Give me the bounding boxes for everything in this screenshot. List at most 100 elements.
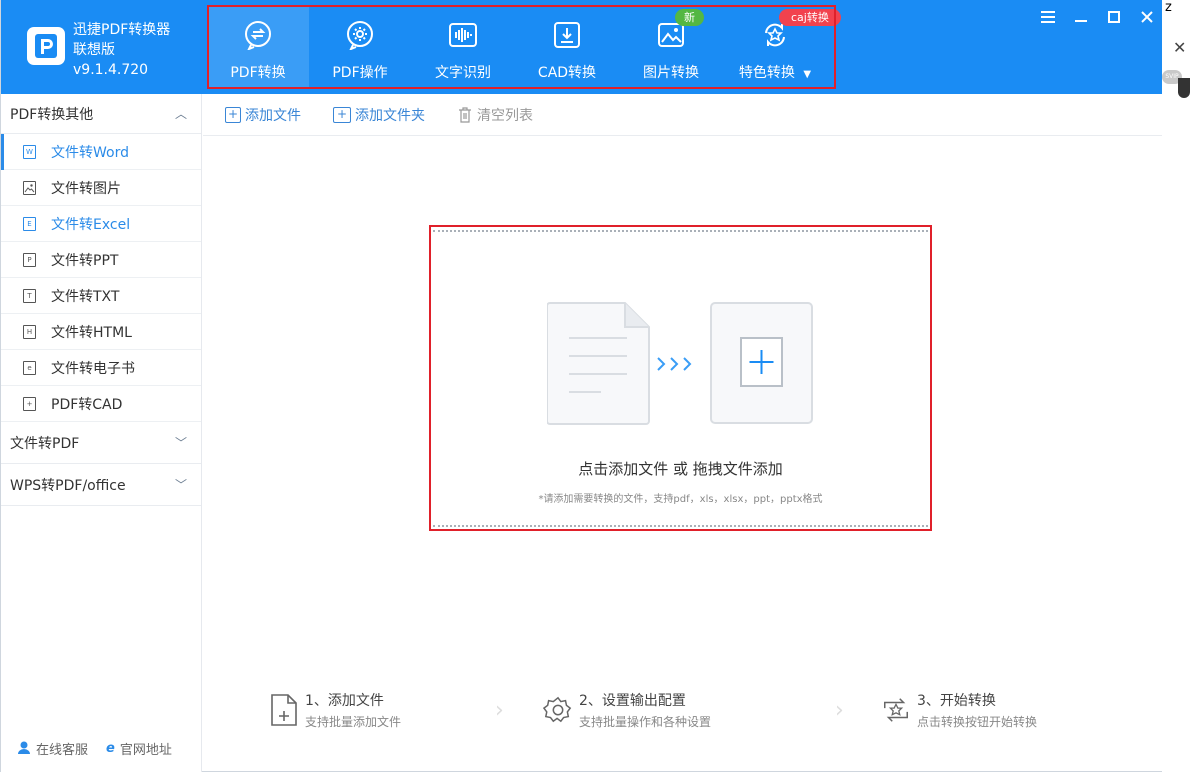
step-output-settings: 2、设置输出配置 支持批量操作和各种设置 — [543, 690, 711, 730]
sidebar-item-to-html[interactable]: H 文件转HTML — [1, 314, 201, 350]
caj-badge: caj转换 — [779, 9, 841, 26]
pdf-operation-icon — [343, 18, 377, 52]
add-folder-icon: + — [333, 106, 351, 123]
step-title: 3、开始转换 — [917, 693, 996, 709]
nav-label: PDF操作 — [332, 65, 388, 81]
gear-icon — [543, 693, 573, 727]
step-start-convert: 3、开始转换 点击转换按钮开始转换 — [881, 690, 1037, 730]
app-version: v9.1.4.720 — [73, 62, 149, 78]
chevron-down-icon: ﹀ — [174, 478, 187, 492]
edge-mark: z — [1165, 0, 1172, 15]
nav-label: 图片转换 — [643, 65, 699, 81]
add-file-label: 添加文件 — [245, 107, 301, 124]
sidebar-item-label: 文件转TXT — [51, 288, 120, 305]
app-name: 迅捷PDF转换器 — [73, 22, 171, 38]
app-name-block: 迅捷PDF转换器 联想版 v9.1.4.720 — [73, 20, 170, 80]
menu-icon[interactable] — [1031, 0, 1064, 34]
sidebar-item-label: 文件转图片 — [51, 180, 121, 197]
group-label: WPS转PDF/office — [10, 477, 126, 494]
sidebar-item-label: 文件转Excel — [51, 216, 131, 233]
step-subtitle: 点击转换按钮开始转换 — [917, 715, 1038, 729]
new-badge: 新 — [675, 9, 704, 26]
nav-label: 特色转换 ▼ — [739, 62, 811, 82]
file-dropzone[interactable]: 点击添加文件 或 拖拽文件添加 *请添加需要转换的文件，支持pdf，xls，xl… — [433, 230, 928, 527]
add-file-button[interactable]: + 添加文件 — [225, 105, 301, 125]
step-subtitle: 支持批量操作和各种设置 — [579, 715, 712, 729]
app-logo — [27, 27, 65, 65]
headset-icon — [17, 740, 31, 758]
group-file-to-pdf[interactable]: 文件转PDF ﹀ — [1, 422, 201, 464]
sidebar-item-to-ppt[interactable]: P 文件转PPT — [1, 242, 201, 278]
sidebar-footer: 在线客服 e 官网地址 — [17, 739, 172, 758]
sidebar-item-to-ebook[interactable]: e 文件转电子书 — [1, 350, 201, 386]
step-title: 2、设置输出配置 — [579, 693, 686, 709]
nav-pdf-convert[interactable]: PDF转换 — [207, 5, 309, 89]
add-folder-button[interactable]: + 添加文件夹 — [333, 105, 425, 125]
add-file-step-icon — [269, 693, 299, 727]
group-wps-to-pdf-office[interactable]: WPS转PDF/office ﹀ — [1, 464, 201, 506]
sidebar-item-label: 文件转HTML — [51, 324, 132, 341]
sidebar-item-label: PDF转CAD — [51, 396, 123, 413]
minimize-icon[interactable] — [1064, 0, 1097, 34]
nav-special-convert[interactable]: caj转换 特色转换 ▼ — [723, 5, 841, 89]
chevron-down-icon: ﹀ — [174, 436, 187, 450]
background-window-peek: z ✕ SVIP — [1162, 0, 1198, 772]
support-label: 在线客服 — [36, 743, 89, 758]
step-subtitle: 支持批量添加文件 — [305, 715, 402, 729]
title-bar: 迅捷PDF转换器 联想版 v9.1.4.720 PDF转换 PDF操作 文字识别… — [1, 0, 1163, 94]
dropzone-title: 点击添加文件 或 拖拽文件添加 — [578, 460, 783, 478]
chevron-up-icon: ︿ — [174, 107, 187, 121]
trash-icon — [457, 106, 473, 123]
add-folder-label: 添加文件夹 — [355, 107, 425, 124]
caret-down-icon[interactable]: ▼ — [803, 69, 811, 80]
close-icon[interactable]: ✕ — [1173, 38, 1186, 57]
sidebar-item-to-word[interactable]: W 文件转Word — [1, 134, 201, 170]
nav-label: PDF转换 — [230, 65, 286, 81]
close-icon[interactable] — [1130, 0, 1163, 34]
window-controls — [1031, 0, 1163, 34]
nav-special-label: 特色转换 — [738, 65, 795, 81]
sidebar-item-pdf-to-cad[interactable]: + PDF转CAD — [1, 386, 201, 422]
app-edition: 联想版 — [73, 42, 115, 58]
sidebar-item-to-image[interactable]: 文件转图片 — [1, 170, 201, 206]
txt-file-icon: T — [23, 288, 36, 303]
sidebar-item-label: 文件转PPT — [51, 252, 119, 269]
chevron-right-icon: › — [835, 698, 844, 723]
nav-ocr[interactable]: 文字识别 — [411, 5, 515, 89]
chevron-right-icon: › — [495, 698, 504, 723]
sidebar-item-to-excel[interactable]: E 文件转Excel — [1, 206, 201, 242]
sidebar-item-to-txt[interactable]: T 文件转TXT — [1, 278, 201, 314]
main-nav: PDF转换 PDF操作 文字识别 CAD转换 新 图片转换 caj转换 特色转换… — [207, 5, 841, 89]
html-file-icon: H — [23, 324, 36, 339]
pdf-convert-icon — [241, 18, 275, 52]
nav-pdf-operation[interactable]: PDF操作 — [309, 5, 411, 89]
step-guide: 1、添加文件 支持批量添加文件 › 2、设置输出配置 支持批量操作和各种设置 ›… — [203, 690, 1163, 740]
nav-label: CAD转换 — [537, 65, 597, 81]
ocr-wave-icon — [446, 18, 480, 52]
cad-convert-icon — [550, 18, 584, 52]
group-pdf-convert-other[interactable]: PDF转换其他 ︿ — [1, 94, 201, 134]
website-label: 官网地址 — [119, 743, 172, 758]
ebook-file-icon: e — [23, 360, 36, 375]
add-file-icon: + — [225, 106, 241, 123]
pdf-logo-icon — [35, 34, 57, 58]
word-file-icon: W — [23, 144, 36, 159]
maximize-icon[interactable] — [1097, 0, 1130, 34]
step-title: 1、添加文件 — [305, 693, 384, 709]
website-link[interactable]: e 官网地址 — [106, 739, 172, 758]
group-label: PDF转换其他 — [10, 106, 94, 123]
clear-list-label: 清空列表 — [477, 107, 533, 124]
ie-icon: e — [106, 741, 115, 756]
image-file-icon — [23, 180, 36, 195]
toolbar: + 添加文件 + 添加文件夹 清空列表 — [203, 94, 1163, 136]
cad-file-icon: + — [23, 396, 36, 411]
add-file-illustration — [547, 302, 813, 425]
ppt-file-icon: P — [23, 252, 36, 267]
online-support-link[interactable]: 在线客服 — [17, 739, 88, 758]
excel-file-icon: E — [23, 216, 36, 231]
app-window: 迅捷PDF转换器 联想版 v9.1.4.720 PDF转换 PDF操作 文字识别… — [0, 0, 1163, 772]
sidebar-item-label: 文件转Word — [51, 144, 129, 161]
clear-list-button[interactable]: 清空列表 — [457, 105, 533, 125]
nav-image-convert[interactable]: 新 图片转换 — [619, 5, 723, 89]
nav-cad-convert[interactable]: CAD转换 — [515, 5, 619, 89]
